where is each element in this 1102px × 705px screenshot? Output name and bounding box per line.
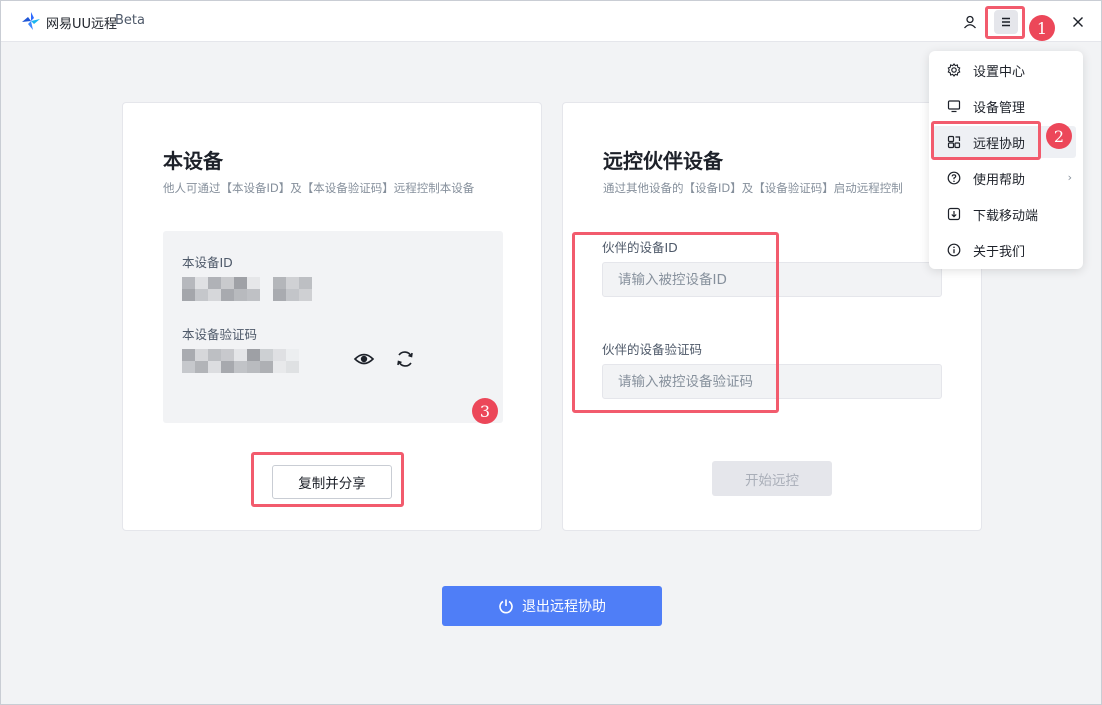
partner-id-label: 伙伴的设备ID (602, 240, 678, 255)
exit-button-label: 退出远程协助 (522, 599, 606, 615)
app-window: 网易UU远程 Beta 本设备 他人可通过【本设备ID】及【本设备验证码】远程控… (0, 0, 1102, 705)
menu-item-label: 关于我们 (973, 244, 1026, 260)
close-icon[interactable] (1066, 10, 1090, 34)
refresh-icon[interactable] (394, 348, 416, 370)
title-bar: 网易UU远程 Beta (1, 1, 1101, 42)
menu-item-label: 使用帮助 (973, 172, 1026, 188)
local-device-id-label: 本设备ID (182, 255, 233, 270)
menu-item-label: 设置中心 (973, 64, 1026, 80)
menu-item-about[interactable]: 关于我们 (933, 234, 1076, 266)
help-icon (947, 171, 961, 185)
partner-device-description: 通过其他设备的【设备ID】及【设备验证码】启动远程控制 (603, 181, 903, 195)
annotation-badge-3: 3 (472, 398, 498, 424)
local-device-code-label: 本设备验证码 (182, 327, 258, 342)
start-remote-button[interactable]: 开始远控 (712, 461, 832, 496)
power-icon (499, 599, 513, 614)
user-icon[interactable] (958, 10, 982, 34)
copy-and-share-button[interactable]: 复制并分享 (272, 465, 392, 499)
partner-code-input[interactable] (602, 364, 942, 399)
menu-item-download-mobile[interactable]: 下载移动端 (933, 198, 1076, 230)
annotation-badge-2: 2 (1046, 123, 1072, 149)
device-code-redacted (182, 349, 299, 373)
local-device-info-panel: 本设备ID 本设备验证码 (163, 231, 503, 423)
main-menu-dropdown: 设置中心 设备管理 远程协助 使用帮助 › 下载移动端 关于我们 (929, 51, 1083, 269)
local-device-description: 他人可通过【本设备ID】及【本设备验证码】远程控制本设备 (163, 181, 475, 195)
menu-item-label: 下载移动端 (973, 208, 1039, 224)
partner-id-input[interactable] (602, 262, 942, 297)
local-device-title: 本设备 (163, 149, 223, 173)
exit-remote-assist-button[interactable]: 退出远程协助 (442, 586, 662, 626)
info-icon (947, 243, 961, 257)
chevron-right-icon: › (1067, 171, 1072, 184)
eye-icon[interactable] (353, 348, 375, 370)
download-icon (947, 207, 961, 221)
menu-item-label: 远程协助 (973, 136, 1026, 152)
gear-icon (947, 63, 961, 77)
remote-assist-icon (947, 135, 961, 149)
menu-icon[interactable] (994, 10, 1018, 34)
app-title: 网易UU远程 (46, 17, 118, 32)
partner-code-label: 伙伴的设备验证码 (602, 342, 703, 357)
partner-device-card: 远控伙伴设备 通过其他设备的【设备ID】及【设备验证码】启动远程控制 伙伴的设备… (562, 102, 982, 531)
monitor-icon (947, 100, 961, 113)
menu-item-label: 设备管理 (973, 100, 1026, 116)
app-beta-label: Beta (115, 13, 145, 28)
app-logo-icon (22, 12, 40, 30)
menu-item-help[interactable]: 使用帮助 › (933, 162, 1076, 194)
menu-item-device-management[interactable]: 设备管理 (933, 90, 1076, 122)
annotation-badge-1: 1 (1029, 15, 1055, 41)
menu-item-settings[interactable]: 设置中心 (933, 54, 1076, 86)
device-id-redacted (182, 277, 312, 301)
local-device-card: 本设备 他人可通过【本设备ID】及【本设备验证码】远程控制本设备 本设备ID 本… (122, 102, 542, 531)
partner-device-title: 远控伙伴设备 (603, 149, 723, 173)
